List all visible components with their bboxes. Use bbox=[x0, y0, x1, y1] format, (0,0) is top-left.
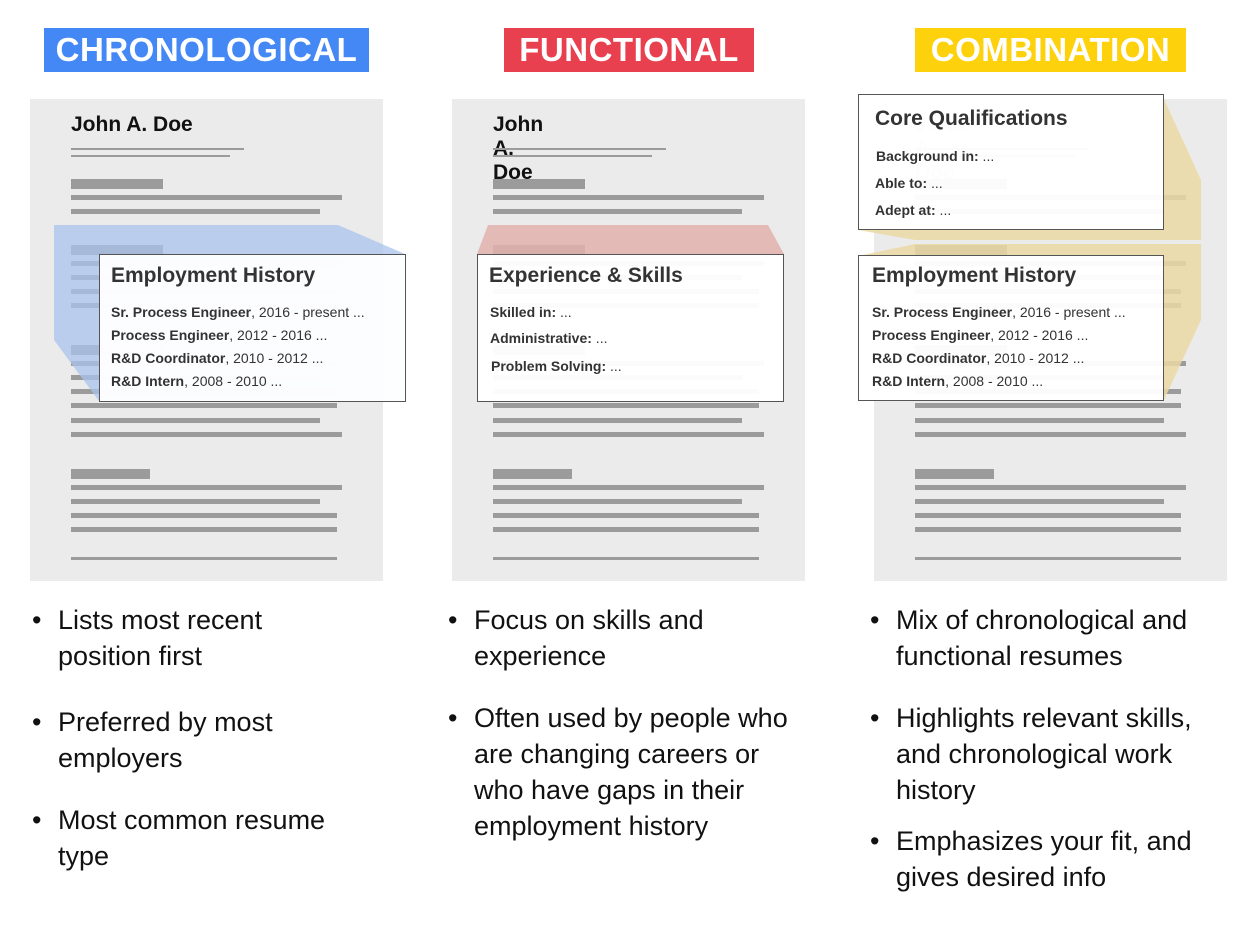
card-line: Able to: ... bbox=[875, 175, 943, 191]
employment-history-card: Employment History Sr. Process Engineer,… bbox=[858, 255, 1164, 401]
bullet-item: • Highlights relevant skills, and chronol… bbox=[870, 703, 1192, 805]
bullet-item: • Mix of chronological and functional res… bbox=[870, 605, 1188, 671]
core-qualifications-card: Core Qualifications Background in: ... A… bbox=[858, 94, 1164, 230]
placeholder-line bbox=[493, 527, 759, 532]
column-combination: COMBINATION John A. Doe Core Qualificati… bbox=[0, 0, 1227, 938]
placeholder-line bbox=[493, 432, 764, 437]
placeholder-line bbox=[493, 499, 742, 504]
card-title: Employment History bbox=[872, 264, 1077, 287]
bullet-item: • Focus on skills and experience bbox=[448, 605, 704, 671]
bullet-list: • Focus on skills and experience • Often u… bbox=[446, 602, 816, 844]
card-line: Process Engineer, 2012 - 2016 ... bbox=[872, 327, 1089, 343]
placeholder-line bbox=[915, 432, 1186, 437]
card-line: Background in: ... bbox=[876, 148, 995, 164]
card-line: Adept at: ... bbox=[875, 202, 952, 218]
card-title: Core Qualifications bbox=[875, 107, 1068, 130]
placeholder-line bbox=[915, 557, 1181, 560]
card-line: R&D Intern, 2008 - 2010 ... bbox=[872, 373, 1044, 389]
placeholder-line bbox=[493, 513, 759, 518]
placeholder-line bbox=[915, 527, 1181, 532]
placeholder-line bbox=[493, 557, 759, 560]
placeholder-line bbox=[915, 485, 1186, 490]
placeholder-line bbox=[915, 469, 994, 479]
placeholder-line bbox=[915, 499, 1164, 504]
card-line: R&D Coordinator, 2010 - 2012 ... bbox=[872, 350, 1085, 366]
placeholder-line bbox=[493, 485, 764, 490]
bullet-list: • Mix of chronological and functional res… bbox=[868, 602, 1238, 895]
card-line: Sr. Process Engineer, 2016 - present ... bbox=[872, 304, 1126, 320]
bullet-item: • Often used by people who are changing c… bbox=[448, 703, 788, 841]
bullet-item: • Emphasizes your fit, and gives desired … bbox=[870, 826, 1192, 892]
placeholder-line bbox=[493, 469, 572, 479]
placeholder-line bbox=[915, 513, 1181, 518]
